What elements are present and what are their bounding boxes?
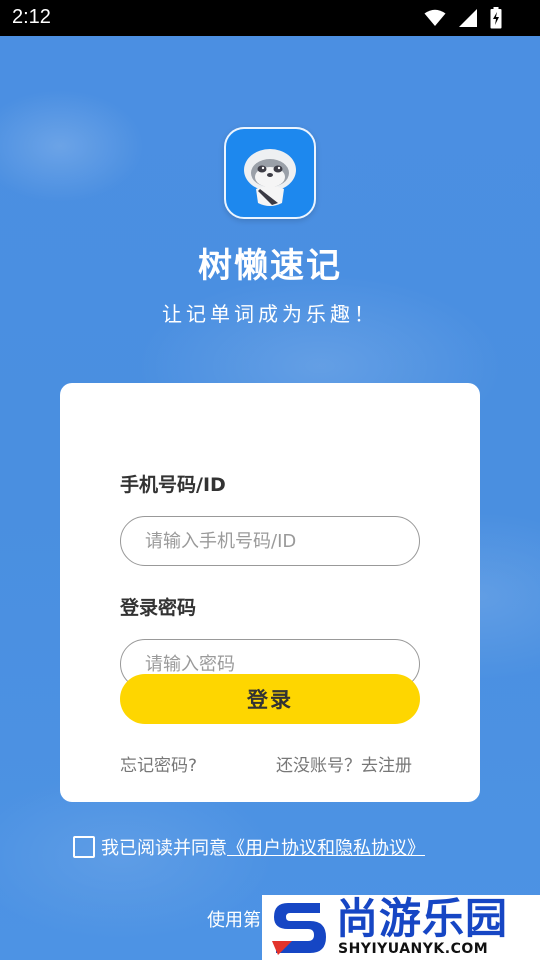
agreement-row: 我已阅读并同意 《用户协议和隐私协议》 — [73, 834, 425, 860]
footer-text: 使用第 — [207, 910, 261, 931]
forgot-password-link[interactable]: 忘记密码? — [120, 751, 197, 776]
watermark-url: SHYIYUANYK.COM — [338, 941, 489, 957]
login-button[interactable]: 登录 — [120, 674, 420, 724]
status-time: 2:12 — [12, 6, 51, 28]
agreement-link[interactable]: 《用户协议和隐私协议》 — [227, 834, 425, 860]
phone-label: 手机号码/ID — [120, 474, 226, 496]
wifi-icon — [424, 9, 446, 26]
login-card: 手机号码/ID 登录密码 登录 忘记密码? 还没账号？去注册 — [60, 383, 480, 802]
phone-input[interactable] — [120, 516, 420, 566]
battery-icon — [490, 7, 502, 29]
app-slogan: 让记单词成为乐趣！ — [162, 302, 378, 326]
status-icons — [424, 7, 502, 29]
signal-icon — [459, 9, 477, 27]
agree-checkbox[interactable] — [73, 836, 95, 858]
app-name: 树懒速记 — [198, 246, 342, 286]
watermark-title: 尚游乐园 — [336, 895, 509, 943]
s-logo-icon — [272, 903, 326, 955]
agreement-prefix: 我已阅读并同意 — [101, 838, 227, 859]
password-label: 登录密码 — [120, 597, 197, 619]
sloth-logo-icon — [224, 127, 316, 219]
status-bar: 2:12 — [0, 0, 540, 36]
watermark-logo: 尚游乐园 SHYIYUANYK.COM — [262, 895, 540, 960]
register-link[interactable]: 还没账号？去注册 — [276, 751, 412, 776]
